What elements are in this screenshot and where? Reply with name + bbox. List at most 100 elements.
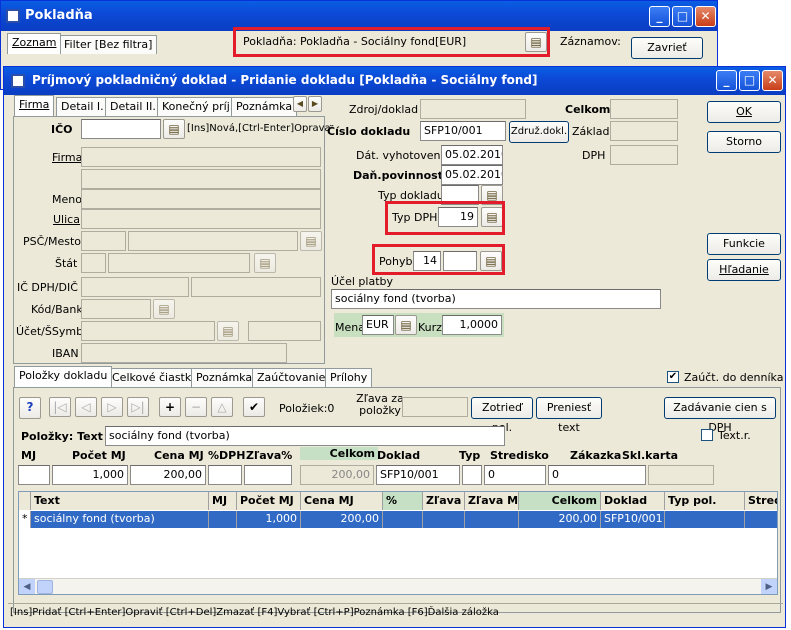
grid-hdr-text[interactable]: Text [31, 492, 209, 510]
last-button[interactable]: ▷| [127, 397, 149, 417]
grid-hdr-typ-pol[interactable]: Typ pol. [665, 492, 745, 510]
meno-field[interactable] [81, 189, 321, 209]
minimize-button[interactable]: _ [649, 6, 670, 27]
tab-celkove-ciastky[interactable]: Celkové čiastky [107, 368, 203, 387]
tab-poznamka[interactable]: Poznámka [231, 97, 298, 116]
ucel-input[interactable]: sociálny fond (tvorba) [331, 289, 661, 309]
doklad-input[interactable]: SFP10/001 [376, 465, 460, 485]
close-button[interactable]: ✕ [695, 6, 716, 27]
ico-picker-icon[interactable]: ▤ [163, 119, 185, 139]
pocet-input[interactable]: 1,000 [52, 465, 128, 485]
mj-input[interactable] [18, 465, 50, 485]
app-icon [6, 9, 20, 23]
help-button[interactable]: ? [19, 397, 41, 419]
items-grid[interactable]: Text MJ Počet MJ Cena MJ % Zľava Zľava M… [18, 491, 778, 595]
tab-detail-1[interactable]: Detail I. [56, 97, 109, 116]
ucet-field[interactable] [81, 321, 215, 341]
ssymb-field[interactable] [248, 321, 321, 341]
grid-hscrollbar[interactable]: ◀ ▶ [19, 578, 777, 594]
ucet-picker-icon[interactable]: ▤ [217, 321, 239, 341]
tab-polozky-dokladu[interactable]: Položky dokladu [14, 366, 113, 387]
firma-field-2[interactable] [81, 169, 321, 189]
textr-checkbox[interactable] [701, 429, 713, 441]
kod-field[interactable] [81, 299, 151, 319]
psc-field[interactable] [81, 231, 126, 251]
scroll-thumb[interactable] [37, 580, 53, 594]
zdroj-field[interactable] [420, 99, 526, 119]
zlava-input[interactable] [244, 465, 292, 485]
tab-firma[interactable]: Firma [14, 95, 55, 116]
tab-zauctovanie[interactable]: Zaúčtovanie [252, 368, 331, 387]
ico-hint: [Ins]Nová,[Ctrl-Enter]Oprava [187, 123, 331, 134]
grid-hdr-cena[interactable]: Cena MJ [301, 492, 383, 510]
maximize-button[interactable]: □ [672, 6, 693, 27]
iban-field[interactable] [81, 343, 287, 363]
stredisko-input[interactable]: 0 [484, 465, 546, 485]
ico-input[interactable] [81, 119, 161, 139]
confirm-button[interactable]: ✔ [243, 397, 265, 417]
zakazka-input[interactable]: 0 [548, 465, 646, 485]
tab-prilohy[interactable]: Prílohy [325, 368, 373, 387]
tab-poznamka-2[interactable]: Poznámka [191, 368, 258, 387]
funkcie-button[interactable]: Funkcie [707, 233, 781, 255]
hladanie-button[interactable]: Hľadanie [707, 259, 781, 281]
dph-input[interactable] [208, 465, 242, 485]
preniest-text-button[interactable]: Preniesť text [536, 397, 602, 434]
cislo-input[interactable]: SFP10/001 [420, 121, 506, 141]
dialog-maximize-button[interactable]: □ [739, 70, 760, 91]
tab-zoznam[interactable]: Zoznam [7, 33, 62, 54]
edit-button[interactable]: △ [211, 397, 233, 417]
dialog-minimize-button[interactable]: _ [716, 70, 737, 91]
firma-field[interactable] [81, 147, 321, 167]
zauct-checkbox[interactable]: ✔ [667, 371, 679, 383]
prev-button[interactable]: ◁ [75, 397, 97, 417]
remove-button[interactable]: − [185, 397, 207, 417]
kurz-input[interactable]: 1,0000 [442, 315, 502, 335]
stat-code-field[interactable] [81, 253, 106, 273]
banka-picker-icon[interactable]: ▤ [153, 299, 175, 319]
icdph-field[interactable] [81, 277, 189, 297]
zotried-button[interactable]: Zotrieď pol. [471, 397, 533, 434]
item-text-input[interactable]: sociálny fond (tvorba) [105, 426, 505, 446]
dan-input[interactable]: 05.02.2010 [441, 165, 503, 185]
stat-picker-icon[interactable]: ▤ [254, 253, 276, 273]
grid-hdr-celkom[interactable]: Celkom [519, 492, 601, 510]
zdruz-dokl-button[interactable]: Združ.dokl. [509, 121, 569, 143]
zavriet-button[interactable]: Zavrieť [631, 37, 703, 59]
next-button[interactable]: ▷ [101, 397, 123, 417]
mena-input[interactable]: EUR [362, 315, 394, 335]
datum-input[interactable]: 05.02.2010 [441, 145, 503, 165]
typ-input[interactable] [462, 465, 482, 485]
grid-hdr-mj[interactable]: MJ [209, 492, 237, 510]
icdph-label: IČ DPH/DIČ [17, 281, 78, 294]
stat-field[interactable] [108, 253, 250, 273]
dic-field[interactable] [191, 277, 321, 297]
grid-hdr-zlava-m[interactable]: Zľava M. [465, 492, 519, 510]
scroll-left-icon[interactable]: ◀ [19, 579, 35, 594]
ulica-field[interactable] [81, 209, 321, 229]
zadavanie-cien-button[interactable]: Zadávanie cien s DPH [664, 397, 776, 434]
ok-button[interactable]: OK [707, 101, 781, 123]
mena-picker-icon[interactable]: ▤ [395, 315, 417, 335]
mesto-picker-icon[interactable]: ▤ [300, 231, 322, 251]
tab-filter[interactable]: Filter [Bez filtra] [59, 35, 158, 54]
first-button[interactable]: |◁ [49, 397, 71, 417]
storno-button[interactable]: Storno [707, 131, 781, 153]
dialog-close-button[interactable]: ✕ [762, 70, 783, 91]
scroll-right-icon[interactable]: ▶ [761, 579, 777, 594]
add-button[interactable]: + [159, 397, 181, 417]
tab-scroll-right[interactable]: ▶ [308, 96, 322, 112]
tab-detail-2[interactable]: Detail II. [105, 97, 161, 116]
tab-konecny-prij[interactable]: Konečný príj. [157, 97, 239, 116]
grid-hdr-doklad[interactable]: Doklad [601, 492, 665, 510]
table-row[interactable]: * sociálny fond (tvorba) 1,000 200,00 20… [19, 511, 777, 528]
grid-hdr-pct[interactable]: % [383, 492, 423, 510]
grid-hdr-pocet[interactable]: Počet MJ [237, 492, 301, 510]
dialog-titlebar: Príjmový pokladničný doklad - Pridanie d… [4, 67, 785, 95]
cena-input[interactable]: 200,00 [130, 465, 206, 485]
grid-hdr-stredisko[interactable]: Stredisko [745, 492, 777, 510]
mesto-field[interactable] [128, 231, 298, 251]
grid-hdr-zlava[interactable]: Zľava [423, 492, 465, 510]
tab-scroll-left[interactable]: ◀ [293, 96, 307, 112]
sklkarta-input[interactable] [648, 465, 714, 485]
